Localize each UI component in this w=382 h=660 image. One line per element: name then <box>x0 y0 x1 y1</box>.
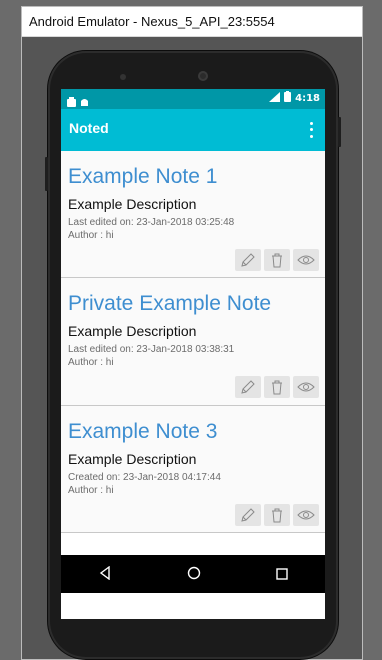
note-meta: Created on: 23-Jan-2018 04:17:44 Author … <box>68 471 221 497</box>
volume-button <box>45 157 48 191</box>
view-button[interactable] <box>293 504 319 526</box>
delete-icon <box>272 508 282 523</box>
note-title: Example Note 3 <box>68 420 218 443</box>
note-actions <box>235 249 319 271</box>
view-icon <box>297 510 315 520</box>
note-timestamp: Created on: 23-Jan-2018 04:17:44 <box>68 472 221 483</box>
note-author: Author : hi <box>68 357 114 368</box>
note-card[interactable]: Private Example Note Example Description… <box>61 278 325 406</box>
note-actions <box>235 504 319 526</box>
edit-icon <box>241 508 255 522</box>
app-bar: Noted <box>61 109 325 151</box>
app-title: Noted <box>69 120 109 136</box>
signal-icon <box>269 91 281 105</box>
note-author: Author : hi <box>68 485 114 496</box>
status-bar: 4:18 <box>61 89 325 109</box>
proximity-sensor-icon <box>120 74 126 80</box>
edit-button[interactable] <box>235 249 261 271</box>
overflow-menu-icon[interactable] <box>305 120 317 140</box>
note-title: Private Example Note <box>68 292 272 315</box>
note-card[interactable]: Example Note 3 Example Description Creat… <box>61 406 325 533</box>
edit-icon <box>241 380 255 394</box>
view-icon <box>297 382 315 392</box>
device-screen: 4:18 Noted Example Note 1 Example Descri… <box>61 89 325 619</box>
edit-icon <box>241 253 255 267</box>
note-description: Example Description <box>68 196 197 212</box>
note-meta: Last edited on: 23-Jan-2018 03:25:48 Aut… <box>68 216 234 242</box>
view-button[interactable] <box>293 376 319 398</box>
delete-icon <box>272 253 282 268</box>
notes-list[interactable]: Example Note 1 Example Description Last … <box>61 151 325 533</box>
home-icon[interactable] <box>187 565 201 584</box>
back-icon[interactable] <box>98 565 112 584</box>
edit-button[interactable] <box>235 504 261 526</box>
note-author: Author : hi <box>68 230 114 241</box>
edit-button[interactable] <box>235 376 261 398</box>
clock: 4:18 <box>295 92 320 104</box>
view-button[interactable] <box>293 249 319 271</box>
window-title: Android Emulator - Nexus_5_API_23:5554 <box>22 7 362 37</box>
note-card[interactable]: Example Note 1 Example Description Last … <box>61 151 325 278</box>
delete-button[interactable] <box>264 504 290 526</box>
note-timestamp: Last edited on: 23-Jan-2018 03:25:48 <box>68 217 235 228</box>
note-title: Example Note 1 <box>68 165 218 188</box>
battery-icon <box>284 91 292 105</box>
note-description: Example Description <box>68 451 197 467</box>
note-meta: Last edited on: 23-Jan-2018 03:38:31 Aut… <box>68 343 234 369</box>
power-button <box>338 117 341 147</box>
delete-icon <box>272 380 282 395</box>
note-actions <box>235 376 319 398</box>
view-icon <box>297 255 315 265</box>
delete-button[interactable] <box>264 376 290 398</box>
delete-button[interactable] <box>264 249 290 271</box>
note-description: Example Description <box>68 323 197 339</box>
front-camera-icon <box>198 71 208 81</box>
emulator-window: Android Emulator - Nexus_5_API_23:5554 4… <box>21 6 363 660</box>
recents-icon[interactable] <box>275 565 288 584</box>
note-timestamp: Last edited on: 23-Jan-2018 03:38:31 <box>68 344 235 355</box>
navigation-bar <box>61 555 325 593</box>
